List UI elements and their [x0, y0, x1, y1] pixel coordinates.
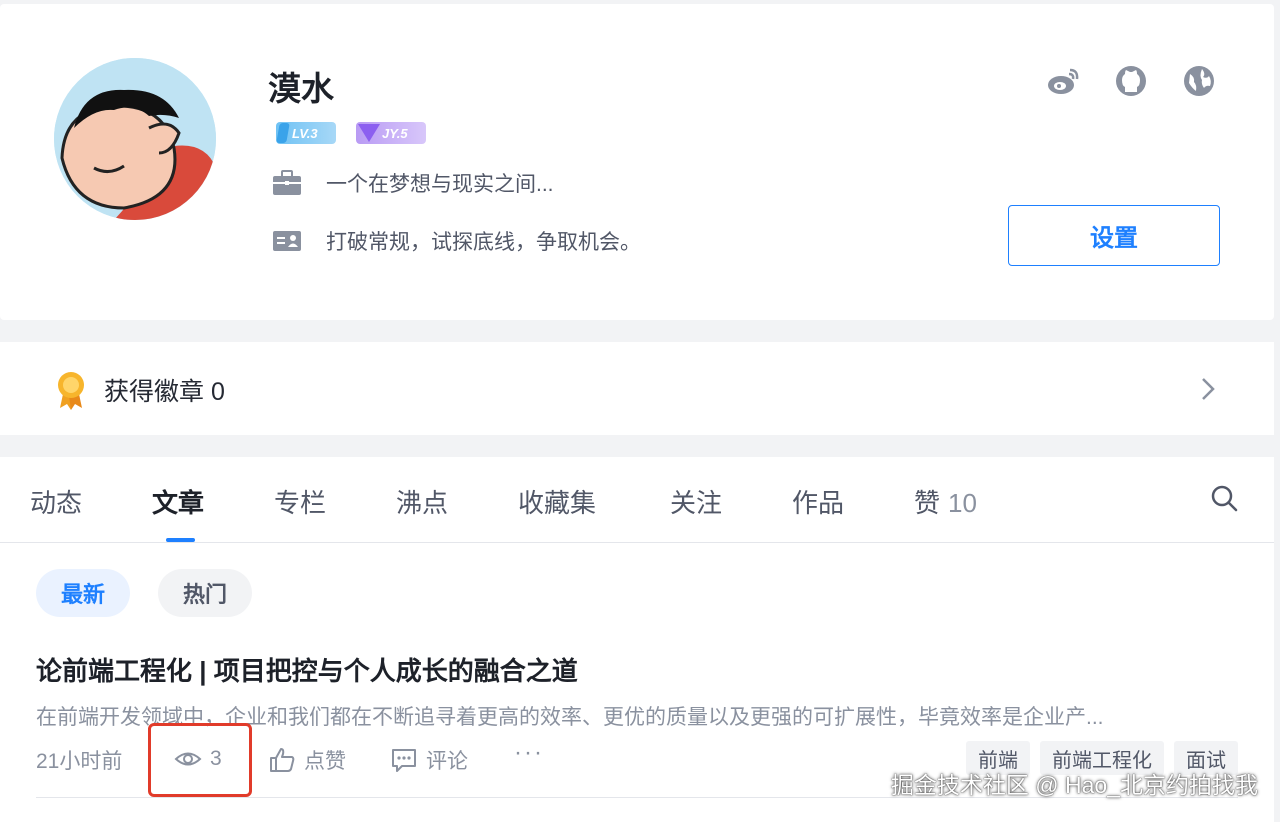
briefcase-icon: [273, 170, 301, 195]
tab-likes[interactable]: 赞 10: [914, 483, 977, 520]
comment-icon: [392, 749, 416, 772]
avatar-image: [54, 58, 216, 220]
tab-likes-count: 10: [948, 488, 977, 518]
tab-likes-label: 赞: [914, 488, 941, 518]
filter-hot[interactable]: 热门: [158, 569, 252, 617]
badges-row: 获得徽章 0: [54, 370, 225, 410]
profile-tabs: 动态 文章 专栏 沸点 收藏集 关注 作品 赞 10: [0, 457, 1274, 543]
job-row: 一个在梦想与现实之间...: [272, 168, 554, 198]
comment-label: 评论: [426, 750, 468, 773]
like-button[interactable]: 点赞: [268, 745, 346, 775]
more-actions-button[interactable]: ···: [514, 739, 544, 767]
watermark: 掘金技术社区 @ Hao_北京约拍找我: [890, 772, 1258, 798]
thumbs-up-icon: [270, 748, 295, 772]
tab-pins[interactable]: 沸点: [396, 483, 448, 520]
tab-following[interactable]: 关注: [670, 483, 722, 520]
filter-newest[interactable]: 最新: [36, 569, 130, 617]
level-badge[interactable]: LV.3: [276, 122, 336, 144]
article-title[interactable]: 论前端工程化 | 项目把控与个人成长的融合之道: [36, 651, 578, 688]
article-time: 21小时前: [36, 750, 123, 773]
tab-columns[interactable]: 专栏: [274, 483, 326, 520]
tab-collections[interactable]: 收藏集: [518, 483, 596, 520]
medal-icon: [58, 372, 84, 410]
social-links: [1046, 64, 1216, 98]
views-highlight-box: [148, 723, 252, 797]
website-icon[interactable]: [1182, 64, 1216, 98]
github-icon[interactable]: [1114, 64, 1148, 98]
job-text: 一个在梦想与现实之间...: [326, 173, 554, 196]
description-text: 打破常规，试探底线，争取机会。: [326, 231, 641, 254]
badges-card[interactable]: 获得徽章 0: [0, 342, 1274, 435]
description-row: 打破常规，试探底线，争取机会。: [272, 226, 641, 256]
comment-button[interactable]: 评论: [390, 745, 468, 775]
badges-label: 获得徽章 0: [104, 378, 225, 406]
id-card-icon: [273, 231, 301, 251]
tab-activity[interactable]: 动态: [30, 483, 82, 520]
profile-card: 漠水 LV.3 JY.5 一个在梦想与现实之间... 打破常规，试探底线，争取机…: [0, 4, 1274, 320]
level-badges: LV.3 JY.5: [276, 122, 426, 146]
active-tab-indicator: [166, 538, 195, 542]
avatar[interactable]: [54, 58, 216, 220]
tab-articles[interactable]: 文章: [152, 483, 204, 520]
like-label: 点赞: [304, 750, 346, 773]
search-icon[interactable]: [1209, 483, 1239, 513]
jy-badge[interactable]: JY.5: [356, 122, 426, 144]
chevron-right-icon[interactable]: [1198, 376, 1218, 402]
tab-works[interactable]: 作品: [792, 483, 844, 520]
username: 漠水: [268, 70, 334, 107]
settings-button[interactable]: 设置: [1008, 205, 1220, 266]
weibo-icon[interactable]: [1046, 64, 1080, 98]
